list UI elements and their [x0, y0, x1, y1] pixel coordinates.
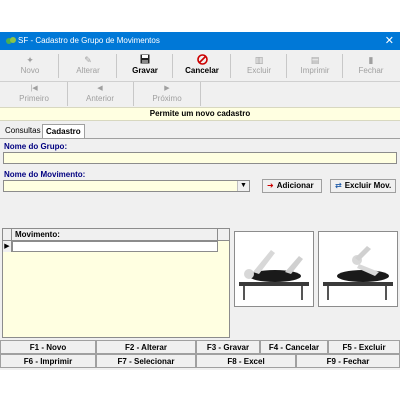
add-movement-button[interactable]: ➜ Adicionar	[262, 179, 322, 193]
group-name-field[interactable]	[3, 152, 397, 164]
print-button[interactable]: ▤ Imprimir	[290, 52, 340, 79]
cancel-icon	[176, 54, 228, 66]
exercise-photo-1	[234, 231, 314, 307]
f2-edit-button[interactable]: F2 - Alterar	[96, 340, 196, 354]
edit-icon: ✎	[84, 55, 92, 65]
previous-record-button[interactable]: ◀ Anterior	[70, 82, 130, 106]
f1-new-button[interactable]: F1 - Novo	[0, 340, 96, 354]
cancel-button[interactable]: Cancelar	[176, 52, 228, 79]
new-icon: ✦	[26, 55, 34, 65]
grid-column-movimento[interactable]: Movimento:	[12, 229, 218, 240]
chevron-down-icon[interactable]: ▼	[237, 181, 249, 191]
print-icon: ▤	[310, 55, 320, 65]
first-record-label: Primeiro	[19, 94, 49, 103]
new-button-label: Novo	[20, 66, 40, 75]
grid-header-indicator	[3, 229, 12, 240]
movement-name-combo[interactable]: ▼	[3, 180, 250, 192]
toolbar: ✦ Novo ✎ Alterar Gravar Cancelar ▥ Exclu…	[0, 52, 400, 80]
new-button[interactable]: ✦ Novo	[4, 52, 56, 79]
delete-movement-label: Excluir Mov.	[344, 181, 392, 190]
next-record-button[interactable]: ▶ Próximo	[136, 82, 198, 106]
print-button-label: Imprimir	[300, 66, 330, 75]
f7-select-button[interactable]: F7 - Selecionar	[96, 354, 196, 368]
tab-cadastro[interactable]: Cadastro	[42, 124, 85, 138]
window-title: SF - Cadastro de Grupo de Movimentos	[18, 36, 160, 45]
delete-button[interactable]: ▥ Excluir	[234, 52, 284, 79]
prev-icon: ◀	[97, 85, 103, 92]
close-icon[interactable]: ✕	[385, 34, 394, 47]
cancel-button-label: Cancelar	[185, 66, 219, 75]
title-bar: SF - Cadastro de Grupo de Movimentos ✕	[0, 32, 400, 50]
f4-cancel-button[interactable]: F4 - Cancelar	[260, 340, 328, 354]
table-row[interactable]: ▶	[3, 241, 229, 252]
save-button-label: Gravar	[132, 66, 158, 75]
f9-close-button[interactable]: F9 - Fechar	[296, 354, 400, 368]
save-icon	[120, 54, 170, 66]
main-window: SF - Cadastro de Grupo de Movimentos ✕ ✦…	[0, 32, 400, 370]
next-record-label: Próximo	[152, 94, 182, 103]
table-cell[interactable]	[12, 241, 218, 252]
swap-arrows-icon: ⇄	[335, 181, 342, 190]
close-button-label: Fechar	[358, 66, 384, 75]
close-door-icon: ▮	[368, 55, 374, 65]
tab-consultas[interactable]: Consultas	[2, 124, 44, 137]
save-button[interactable]: Gravar	[120, 52, 170, 79]
function-key-bar: F1 - Novo F2 - Alterar F3 - Gravar F4 - …	[0, 338, 400, 370]
tab-bar: Consultas Cadastro	[0, 124, 400, 138]
edit-button[interactable]: ✎ Alterar	[62, 52, 114, 79]
movement-name-label: Nome do Movimento:	[4, 170, 86, 179]
navigation-bar: |◀ Primeiro ◀ Anterior ▶ Próximo	[0, 81, 400, 106]
f5-delete-button[interactable]: F5 - Excluir	[328, 340, 400, 354]
delete-icon: ▥	[254, 55, 264, 65]
app-icon	[6, 37, 16, 44]
previous-record-label: Anterior	[85, 94, 114, 103]
first-icon: |◀	[30, 85, 38, 92]
arrow-right-icon: ➜	[267, 181, 274, 190]
delete-movement-button[interactable]: ⇄ Excluir Mov.	[330, 179, 396, 193]
f3-save-button[interactable]: F3 - Gravar	[196, 340, 260, 354]
delete-button-label: Excluir	[246, 66, 271, 75]
grid-header: Movimento:	[3, 229, 229, 241]
movements-grid[interactable]: Movimento: ▶	[2, 228, 230, 338]
cadastro-panel: Nome do Grupo: Nome do Movimento: ▼ ➜ Adi…	[0, 138, 400, 339]
first-record-button[interactable]: |◀ Primeiro	[4, 82, 64, 106]
status-message: Permite um novo cadastro	[0, 107, 400, 121]
close-button[interactable]: ▮ Fechar	[346, 52, 396, 79]
f6-print-button[interactable]: F6 - Imprimir	[0, 354, 96, 368]
add-movement-label: Adicionar	[276, 181, 314, 190]
next-icon: ▶	[164, 85, 170, 92]
edit-button-label: Alterar	[76, 66, 100, 75]
f8-excel-button[interactable]: F8 - Excel	[196, 354, 296, 368]
exercise-photo-2	[318, 231, 398, 307]
group-name-label: Nome do Grupo:	[4, 142, 68, 151]
row-pointer-icon: ▶	[3, 241, 12, 252]
